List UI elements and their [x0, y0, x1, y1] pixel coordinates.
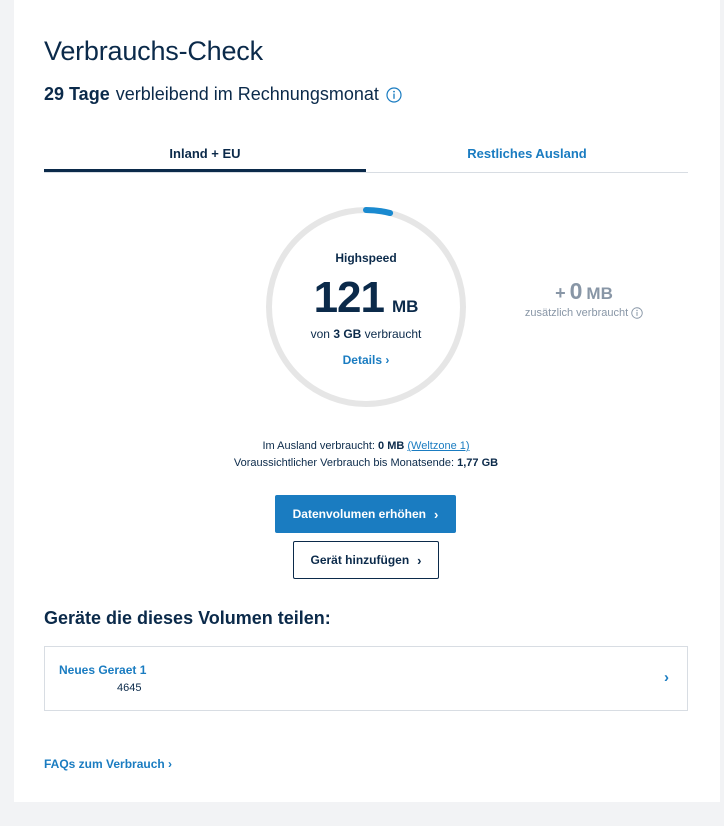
faq-label: FAQs zum Verbrauch	[44, 757, 165, 771]
list-item[interactable]: Neues Geraet 1 4645 ›	[44, 646, 688, 711]
extra-plus: +	[555, 283, 566, 303]
device-id: 4645	[117, 682, 142, 694]
chevron-right-icon: ›	[168, 757, 173, 771]
gauge-sub-prefix: von	[310, 327, 330, 341]
add-device-button[interactable]: Gerät hinzufügen ›	[293, 541, 439, 579]
gauge-content: Highspeed 121 MB von 3 GB verbraucht Det…	[264, 205, 468, 409]
gauge-label: Highspeed	[335, 251, 397, 265]
chevron-right-icon: ›	[664, 669, 669, 686]
abroad-value: 0 MB	[378, 440, 405, 452]
gauge-subtext: von 3 GB verbraucht	[311, 327, 422, 341]
days-text: verbleibend im Rechnungsmonat	[115, 84, 379, 104]
forecast-usage: Voraussichtlicher Verbrauch bis Monatsen…	[44, 457, 688, 469]
details-link[interactable]: Details ›	[343, 353, 390, 367]
remaining-days: 29 Tage verbleibend im Rechnungsmonat	[44, 84, 402, 105]
extra-number: 0	[569, 278, 583, 304]
gauge-unit: MB	[391, 297, 419, 316]
extra-unit: MB	[586, 284, 613, 303]
faq-link[interactable]: FAQs zum Verbrauch ›	[44, 757, 172, 771]
gauge-sub-suffix: verbraucht	[364, 327, 422, 341]
gauge-number: 121	[313, 273, 385, 322]
info-icon[interactable]	[386, 86, 402, 103]
abroad-usage: Im Ausland verbraucht: 0 MB (Weltzone 1)	[44, 440, 688, 452]
increase-volume-label: Datenvolumen erhöhen	[292, 507, 426, 521]
forecast-value: 1,77 GB	[457, 457, 499, 469]
chevron-right-icon: ›	[417, 552, 422, 568]
usage-card: Verbrauchs-Check 29 Tage verbleibend im …	[14, 0, 720, 802]
devices-heading: Geräte die dieses Volumen teilen:	[44, 608, 331, 628]
add-device-label: Gerät hinzufügen	[310, 553, 410, 567]
tab-restliches-ausland[interactable]: Restliches Ausland	[366, 136, 688, 172]
increase-volume-button[interactable]: Datenvolumen erhöhen ›	[275, 495, 456, 533]
page-title: Verbrauchs-Check	[44, 36, 263, 66]
device-name: Neues Geraet 1	[59, 663, 147, 677]
extra-label: zusätzlich verbraucht	[504, 307, 664, 319]
info-icon[interactable]	[631, 307, 643, 319]
details-label: Details	[342, 353, 382, 367]
tab-inland-eu[interactable]: Inland + EU	[44, 136, 366, 172]
extra-usage: +0 MB zusätzlich verbraucht	[504, 278, 664, 319]
days-count: 29 Tage	[44, 84, 110, 104]
chevron-right-icon: ›	[385, 353, 390, 367]
weltzone-link[interactable]: (Weltzone 1)	[407, 440, 469, 452]
gauge-sub-total: 3 GB	[333, 327, 362, 341]
gauge-value: 121 MB	[314, 273, 419, 323]
region-tabs: Inland + EU Restliches Ausland	[44, 136, 688, 173]
forecast-label: Voraussichtlicher Verbrauch bis Monatsen…	[233, 457, 455, 469]
extra-value: +0 MB	[504, 278, 664, 305]
chevron-right-icon: ›	[434, 506, 439, 522]
extra-label-text: zusätzlich verbraucht	[524, 307, 629, 319]
abroad-label: Im Ausland verbraucht:	[262, 440, 375, 452]
